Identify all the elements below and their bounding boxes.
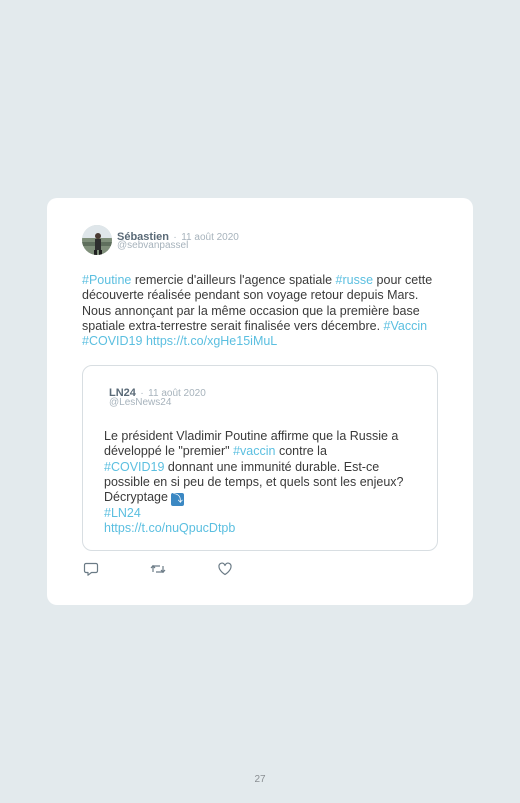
tweet-date[interactable]: 11 août 2020 <box>181 232 239 243</box>
tweet-card: Sébastien · 11 août 2020 @sebvanpassel #… <box>47 198 473 605</box>
tweet-text: #Poutine remercie d'ailleurs l'agence sp… <box>82 273 442 349</box>
tweet-text-part: remercie d'ailleurs l'agence spatiale <box>131 273 336 287</box>
retweet-icon[interactable] <box>150 561 166 577</box>
reply-icon[interactable] <box>83 561 99 577</box>
avatar-photo <box>82 225 112 255</box>
heart-icon[interactable] <box>217 561 233 577</box>
hashtag-link[interactable]: #LN24 <box>104 506 141 520</box>
hashtag-link[interactable]: #russe <box>336 273 374 287</box>
url-link[interactable]: https://t.co/nuQpucDtpb <box>104 521 235 535</box>
quoted-author-handle[interactable]: @LesNews24 <box>109 397 171 408</box>
avatar[interactable] <box>82 225 112 255</box>
hashtag-link[interactable]: #vaccin <box>233 444 275 458</box>
hashtag-link[interactable]: #Vaccin <box>384 319 428 333</box>
quoted-text-part: contre la <box>275 444 327 459</box>
hashtag-link[interactable]: #COVID19 <box>82 334 142 348</box>
url-link[interactable]: https://t.co/xgHe15iMuL <box>146 334 277 348</box>
quoted-tweet[interactable]: LN24 · 11 août 2020 @LesNews24 Le présid… <box>82 365 438 551</box>
tweet-author-handle[interactable]: @sebvanpassel <box>117 240 188 251</box>
arrow-down-emoji-icon: ⤵ <box>171 493 185 507</box>
quoted-text: Le président Vladimir Poutine affirme qu… <box>104 429 424 537</box>
hashtag-link[interactable]: #Poutine <box>82 273 131 287</box>
hashtag-link[interactable]: #COVID19 <box>104 460 164 474</box>
page-number: 27 <box>254 774 266 785</box>
